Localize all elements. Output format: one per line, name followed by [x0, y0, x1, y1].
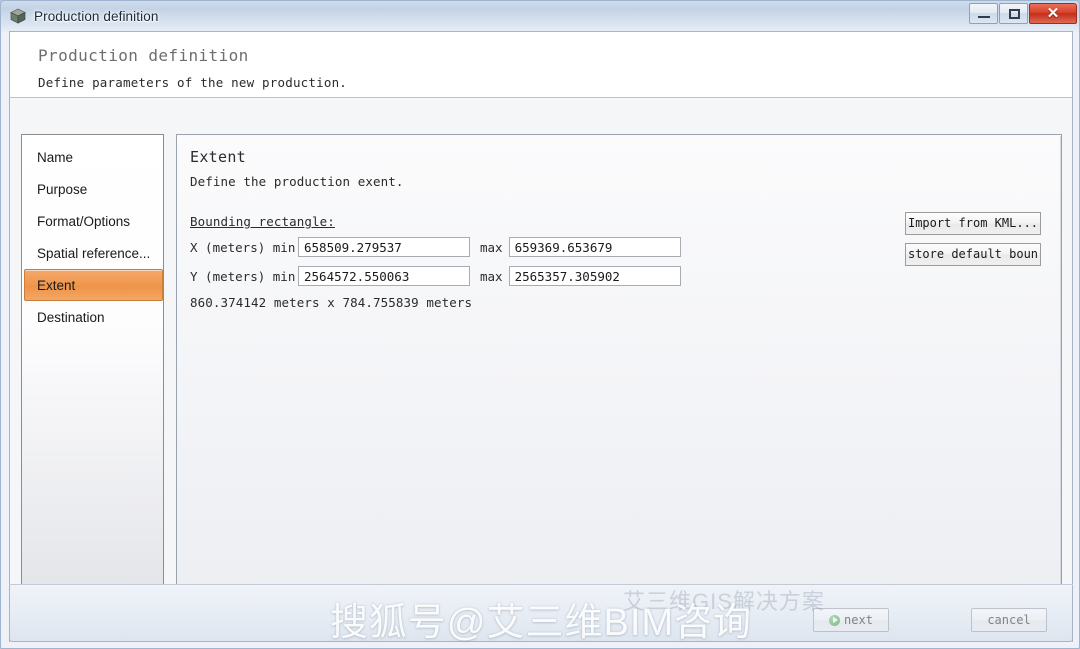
window-title: Production definition — [34, 8, 159, 24]
page-subtitle: Define parameters of the new production. — [38, 75, 348, 90]
page-title: Production definition — [38, 46, 249, 65]
sidebar-item-destination[interactable]: Destination — [24, 301, 163, 333]
x-max-input[interactable] — [508, 237, 681, 257]
sidebar-item-label: Destination — [37, 309, 105, 325]
footer-area — [9, 585, 1073, 642]
sidebar-item-label: Name — [37, 149, 74, 165]
minimize-icon — [978, 16, 990, 18]
sidebar-item-extent[interactable]: Extent — [24, 269, 163, 301]
sidebar-list: Name Purpose Format/Options Spatial refe… — [22, 141, 165, 333]
sidebar-item-label: Spatial reference... — [37, 245, 151, 261]
cancel-button[interactable]: cancel — [971, 608, 1047, 632]
restore-button[interactable] — [999, 3, 1028, 24]
import-from-kml-button[interactable]: Import from KML... — [905, 212, 1041, 235]
sidebar-item-purpose[interactable]: Purpose — [24, 173, 163, 205]
next-button-label: next — [844, 613, 873, 627]
y-min-input[interactable] — [298, 266, 470, 286]
restore-icon — [1009, 9, 1020, 19]
x-max-label: max — [480, 239, 503, 255]
extent-subtitle: Define the production exent. — [190, 174, 404, 189]
next-arrow-icon — [829, 614, 841, 626]
cube-icon — [9, 7, 27, 25]
sidebar-item-name[interactable]: Name — [24, 141, 163, 173]
x-min-input[interactable] — [298, 237, 470, 257]
extent-title: Extent — [190, 148, 246, 166]
window-controls: ✕ — [969, 3, 1077, 24]
x-axis-label: X (meters) min — [190, 239, 296, 255]
next-button[interactable]: next — [813, 608, 889, 632]
y-max-input[interactable] — [508, 266, 681, 286]
page-header: Production definition Define parameters … — [10, 32, 1072, 98]
sidebar-item-label: Extent — [37, 277, 76, 293]
minimize-button[interactable] — [969, 3, 998, 24]
y-max-label: max — [480, 268, 503, 284]
cancel-button-label: cancel — [987, 613, 1031, 627]
sidebar-item-label: Format/Options — [37, 213, 131, 229]
coordinate-row-x: X (meters) min max — [190, 237, 681, 257]
coordinate-row-y: Y (meters) min max — [190, 266, 681, 286]
extent-content-panel: Extent Define the production exent. Boun… — [176, 134, 1062, 611]
content-inner: Extent Define the production exent. Boun… — [178, 136, 1061, 610]
title-bar[interactable]: Production definition ✕ — [1, 1, 1080, 31]
extent-dimensions-text: 860.374142 meters x 784.755839 meters — [190, 295, 473, 310]
close-icon: ✕ — [1046, 5, 1060, 22]
store-default-bounds-button[interactable]: store default boun — [905, 243, 1041, 266]
y-axis-label: Y (meters) min — [190, 268, 296, 284]
client-area: Production definition Define parameters … — [9, 31, 1073, 642]
body-area: Name Purpose Format/Options Spatial refe… — [10, 99, 1072, 642]
sidebar-item-spatial-reference[interactable]: Spatial reference... — [24, 237, 163, 269]
wizard-step-sidebar: Name Purpose Format/Options Spatial refe… — [21, 134, 164, 611]
application-window: Production definition ✕ Production defin… — [0, 0, 1080, 649]
sidebar-item-label: Purpose — [37, 181, 88, 197]
close-button[interactable]: ✕ — [1029, 3, 1077, 24]
sidebar-item-format-options[interactable]: Format/Options — [24, 205, 163, 237]
bounding-rectangle-label: Bounding rectangle: — [190, 214, 335, 229]
